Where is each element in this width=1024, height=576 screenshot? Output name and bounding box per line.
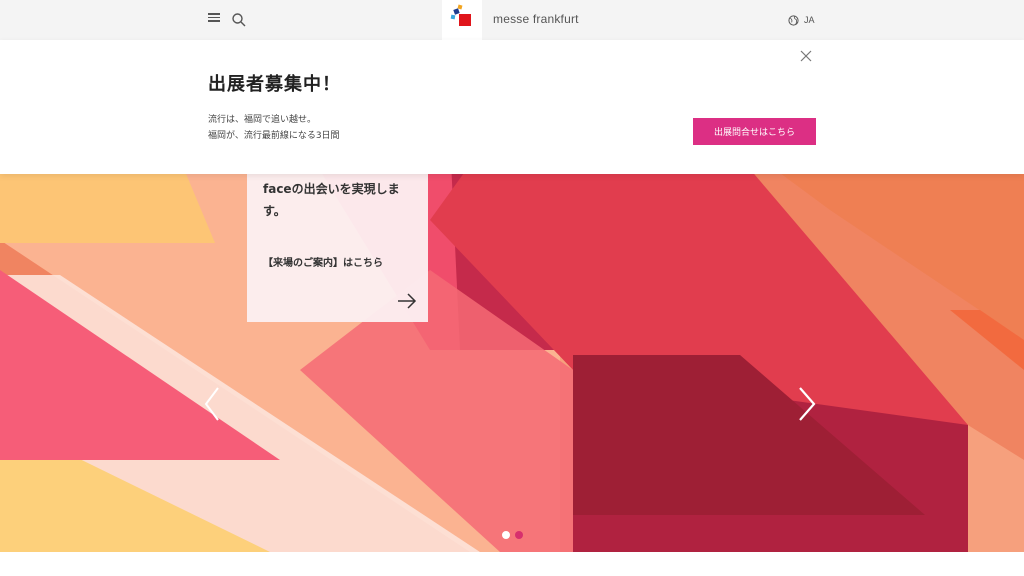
- panel-title: 出展者募集中！: [208, 74, 341, 95]
- search-icon[interactable]: [231, 12, 247, 28]
- panel-tagline-2: 福岡が、流行最前線になる3日間: [208, 131, 340, 141]
- hero-info-card: 九州のクロンとのface to faceの出会いを実現しま す。 【来場のご案内…: [247, 158, 428, 322]
- slider-next-chevron-icon[interactable]: [796, 386, 820, 422]
- arrow-right-icon[interactable]: [397, 293, 417, 309]
- slider-dot-1[interactable]: [502, 531, 510, 539]
- hero-card-text-line2: faceの出会いを実現しま: [263, 182, 400, 196]
- panel-tagline-1: 流行は、福岡で追い越せ。: [208, 115, 317, 125]
- exhibitor-recruitment-panel: 出展者募集中！ 流行は、福岡で追い越せ。 福岡が、流行最前線になる3日間 出展問…: [0, 40, 1024, 174]
- top-navigation-bar: messe frankfurt JA: [0, 0, 1024, 40]
- hero-card-text-line3: す。: [263, 204, 286, 218]
- language-label: JA: [804, 15, 815, 25]
- slider-prev-chevron-icon[interactable]: [202, 386, 222, 422]
- messe-frankfurt-logo[interactable]: [442, 0, 482, 40]
- close-icon[interactable]: [800, 50, 812, 62]
- globe-icon: [788, 14, 799, 26]
- hamburger-menu-icon[interactable]: [207, 12, 221, 26]
- language-selector[interactable]: JA: [788, 12, 815, 28]
- slider-pagination: [502, 531, 523, 539]
- brand-name[interactable]: messe frankfurt: [493, 12, 579, 26]
- logo-mark-icon: [450, 4, 471, 26]
- exhibitor-inquiry-button[interactable]: 出展問合せはこちら: [693, 118, 816, 145]
- slider-dot-2-active[interactable]: [515, 531, 523, 539]
- visitor-guide-link[interactable]: 【来場のご案内】はこちら: [263, 254, 383, 269]
